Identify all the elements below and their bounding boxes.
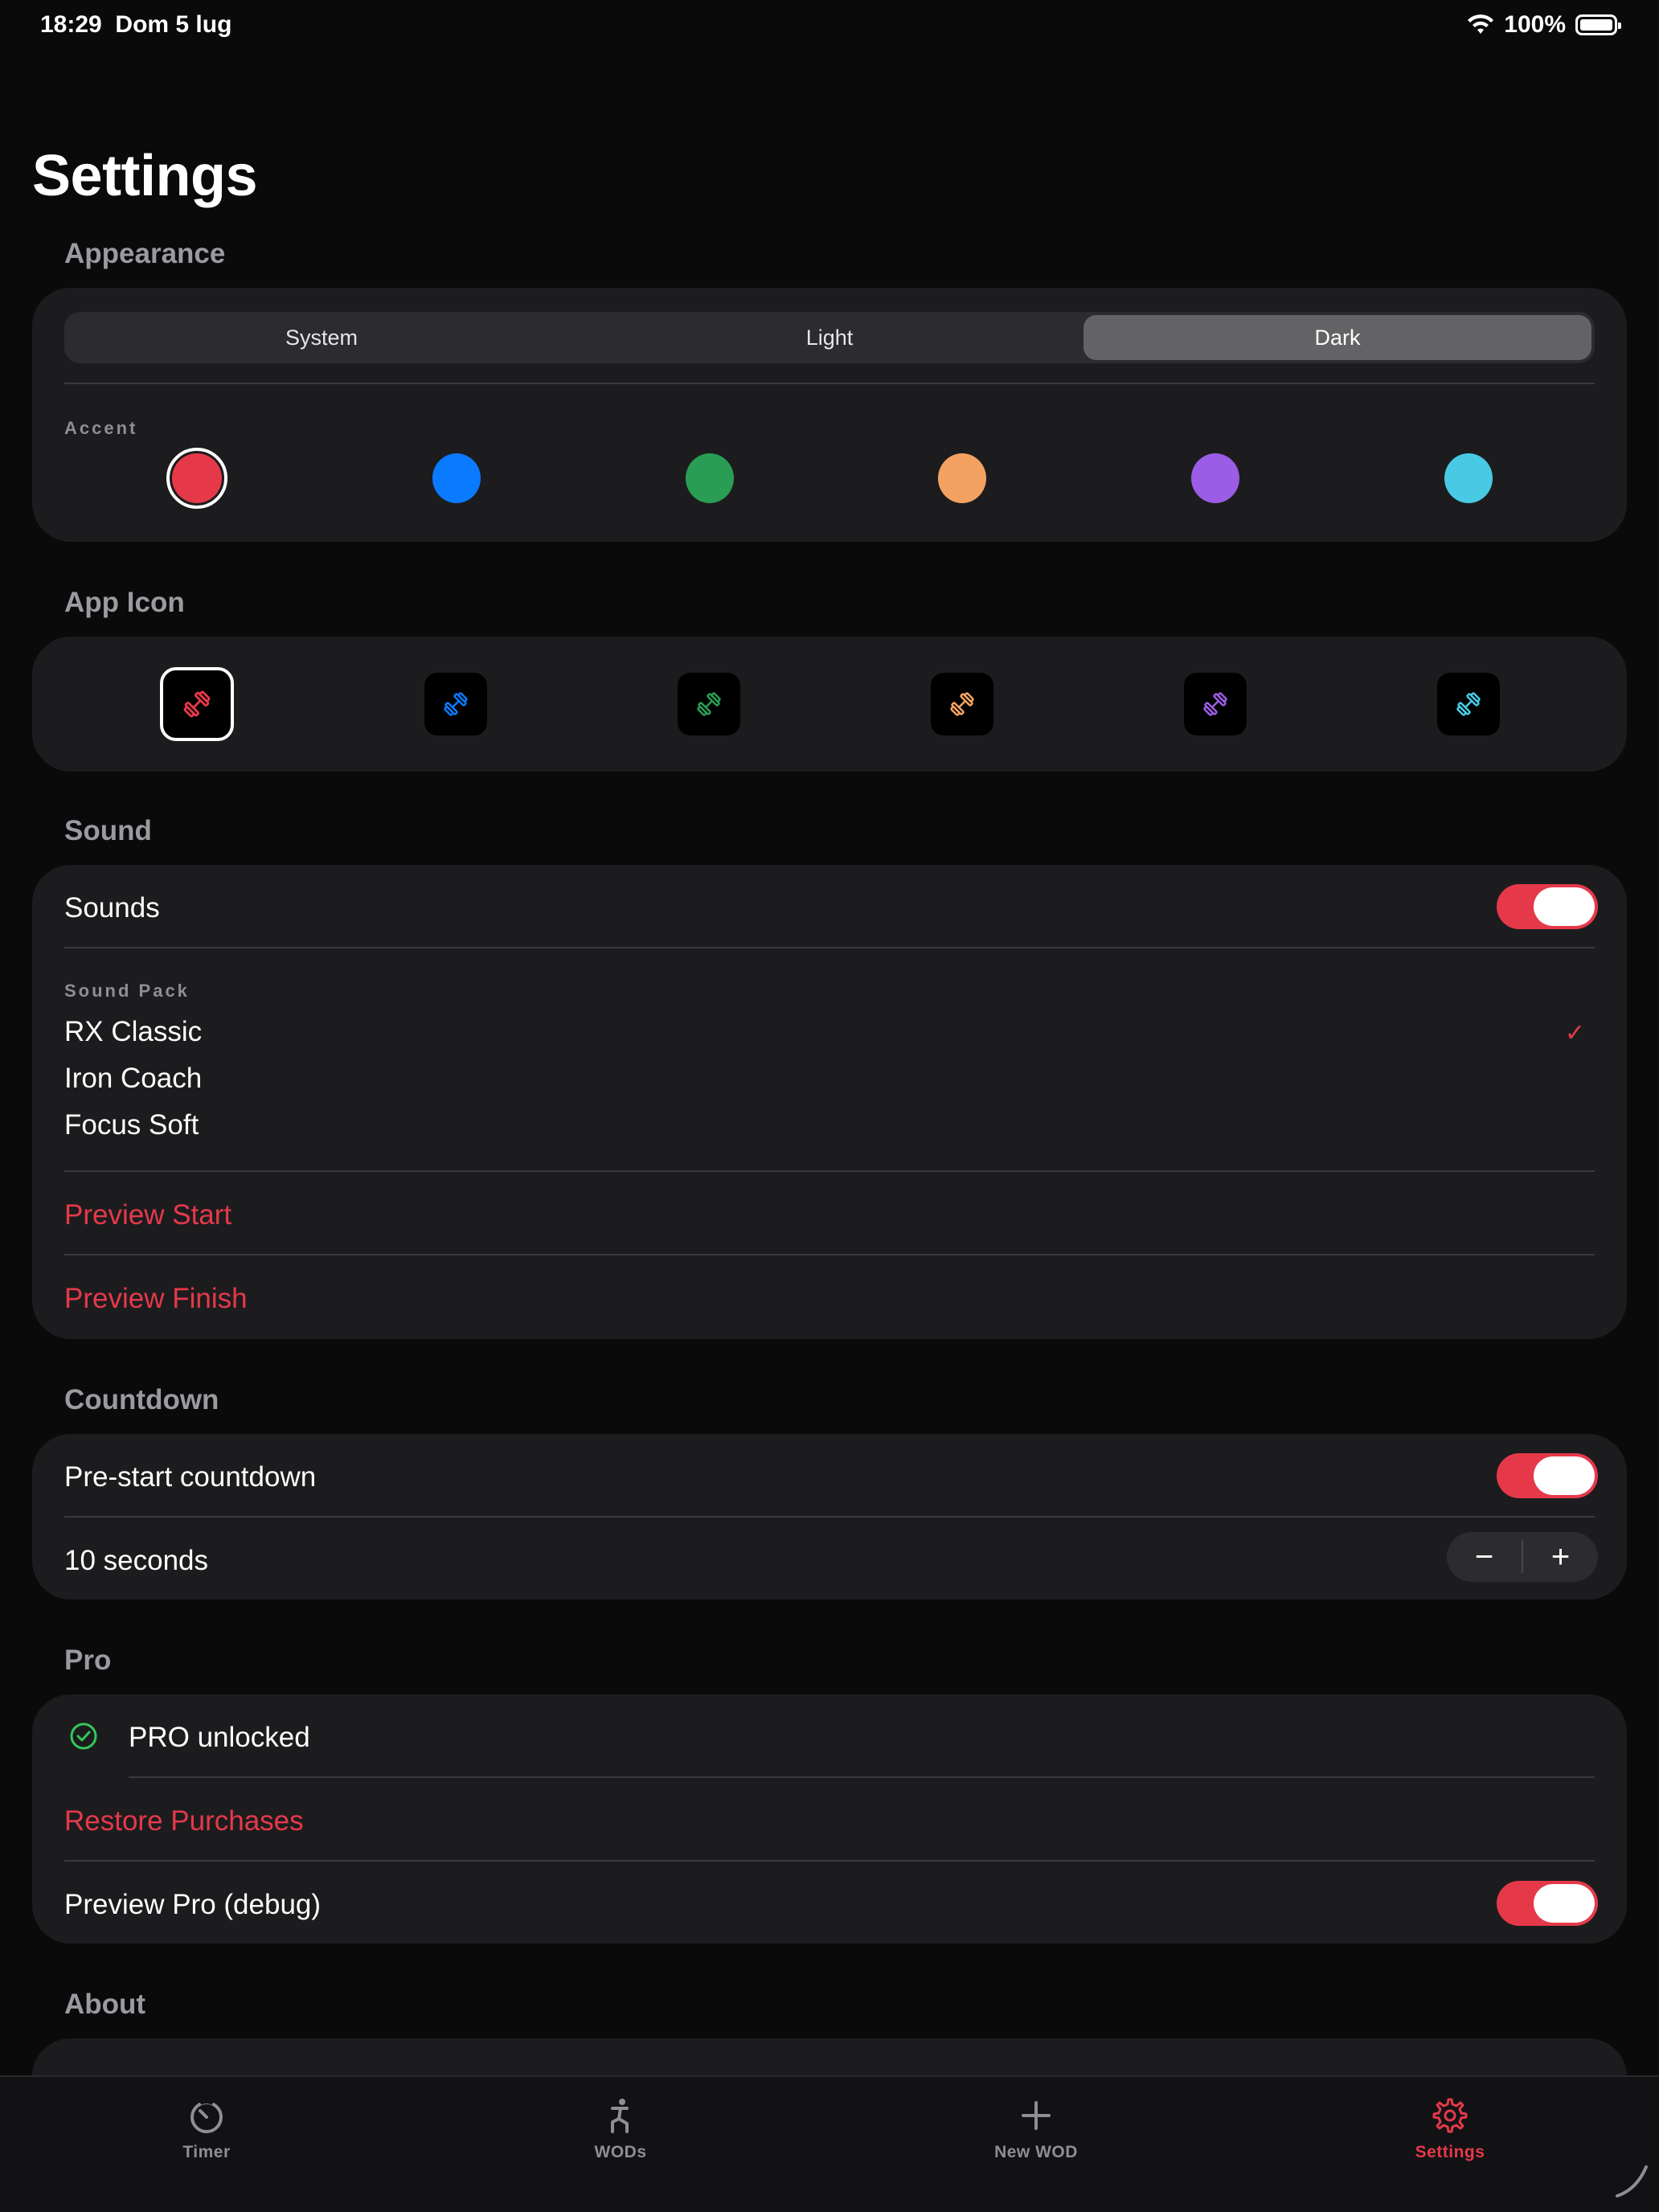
sound-pack-rx-classic[interactable]: RX Classic	[64, 1016, 202, 1048]
mode-light[interactable]: Light	[576, 315, 1083, 360]
tab-new-wod[interactable]: New WOD	[940, 2096, 1133, 2162]
mode-dark[interactable]: Dark	[1083, 315, 1591, 360]
increment-button[interactable]: +	[1523, 1532, 1598, 1582]
accent-swatch-red[interactable]	[166, 448, 228, 509]
countdown-duration-label: 10 seconds	[64, 1545, 209, 1576]
preview-pro-debug-toggle[interactable]	[1497, 1881, 1598, 1926]
accent-swatch-orange[interactable]	[938, 453, 987, 503]
sound-pack-iron-coach[interactable]: Iron Coach	[64, 1063, 202, 1095]
preview-pro-debug-label: Preview Pro (debug)	[64, 1889, 322, 1920]
section-title-app-icon: App Icon	[64, 587, 185, 618]
dumbbell-icon	[183, 690, 210, 718]
app-icon-card	[32, 637, 1627, 772]
appearance-mode-control: System Light Dark	[64, 312, 1595, 363]
tab-label: WODs	[594, 2143, 647, 2161]
divider	[64, 1254, 1595, 1256]
page-title: Settings	[32, 144, 258, 208]
pro-unlocked-label: PRO unlocked	[129, 1722, 310, 1753]
app-icon-green[interactable]	[677, 673, 740, 735]
sound-pack-caption: Sound Pack	[64, 981, 190, 1001]
resize-handle-icon	[1616, 2165, 1648, 2198]
date: Dom 5 lug	[115, 11, 232, 38]
app-icon-cyan[interactable]	[1436, 673, 1500, 735]
battery-percent: 100%	[1504, 11, 1566, 38]
accent-caption: Accent	[64, 418, 138, 438]
section-title-sound: Sound	[64, 815, 152, 846]
tab-label: Settings	[1415, 2143, 1485, 2161]
figure-strength-icon	[611, 2099, 629, 2133]
status-indicators: 100%	[1467, 11, 1621, 39]
tab-label: Timer	[182, 2143, 231, 2161]
divider	[64, 383, 1595, 384]
pro-card: PRO unlocked Restore Purchases Preview P…	[32, 1694, 1627, 1944]
wifi-icon	[1468, 14, 1494, 34]
dumbbell-icon	[949, 692, 974, 716]
accent-swatch-blue[interactable]	[432, 453, 481, 503]
app-icon-purple[interactable]	[1183, 673, 1247, 735]
restore-purchases-button[interactable]: Restore Purchases	[64, 1805, 304, 1837]
section-title-pro: Pro	[64, 1645, 112, 1676]
divider	[64, 1516, 1595, 1518]
dumbbell-icon	[1456, 692, 1481, 716]
section-title-about: About	[64, 1989, 146, 2020]
checkmark-icon: ✓	[1564, 1020, 1585, 1047]
section-title-countdown: Countdown	[64, 1384, 219, 1415]
tab-label: New WOD	[994, 2143, 1078, 2161]
tab-settings[interactable]: Settings	[1354, 2096, 1546, 2162]
countdown-stepper: − +	[1447, 1532, 1598, 1582]
sounds-label: Sounds	[64, 892, 160, 924]
preview-finish-button[interactable]: Preview Finish	[64, 1283, 248, 1315]
divider	[129, 1776, 1595, 1778]
accent-swatch-purple[interactable]	[1190, 453, 1239, 503]
divider	[64, 1170, 1595, 1172]
checkmark-circle-icon	[70, 1722, 97, 1750]
decrement-button[interactable]: −	[1447, 1532, 1522, 1582]
plus-icon	[1022, 2101, 1051, 2130]
app-icon-orange[interactable]	[930, 673, 993, 735]
gear-icon	[1432, 2098, 1468, 2133]
dumbbell-icon	[443, 692, 468, 716]
status-time: 18:29 Dom 5 lug	[40, 11, 231, 39]
battery-icon	[1575, 14, 1621, 35]
status-bar: 18:29 Dom 5 lug 100%	[0, 0, 1659, 56]
tab-bar: Timer WODs New WOD Settings	[0, 2075, 1659, 2212]
preview-start-button[interactable]: Preview Start	[64, 1199, 231, 1231]
countdown-card: Pre-start countdown 10 seconds − +	[32, 1434, 1627, 1600]
accent-swatch-green[interactable]	[685, 453, 734, 503]
section-title-appearance: Appearance	[64, 238, 226, 269]
tab-timer[interactable]: Timer	[110, 2096, 303, 2162]
accent-swatch-cyan[interactable]	[1444, 453, 1493, 503]
app-icon-options	[64, 637, 1595, 772]
app-icon-blue[interactable]	[424, 673, 487, 735]
clock: 18:29	[40, 11, 102, 38]
tab-wods[interactable]: WODs	[524, 2096, 717, 2162]
prestart-countdown-label: Pre-start countdown	[64, 1461, 317, 1493]
appearance-card: System Light Dark Accent	[32, 288, 1627, 542]
mode-system[interactable]: System	[68, 315, 576, 360]
dumbbell-icon	[696, 692, 721, 716]
sound-pack-focus-soft[interactable]: Focus Soft	[64, 1109, 199, 1141]
accent-swatches	[64, 444, 1595, 513]
sounds-toggle[interactable]	[1497, 884, 1598, 929]
divider	[64, 947, 1595, 948]
sound-card: Sounds Sound Pack RX Classic ✓ Iron Coac…	[32, 865, 1627, 1339]
app-icon-red[interactable]	[159, 667, 234, 741]
timer-icon	[190, 2099, 223, 2133]
dumbbell-icon	[1202, 692, 1227, 716]
divider	[64, 1860, 1595, 1862]
prestart-countdown-toggle[interactable]	[1497, 1453, 1598, 1498]
